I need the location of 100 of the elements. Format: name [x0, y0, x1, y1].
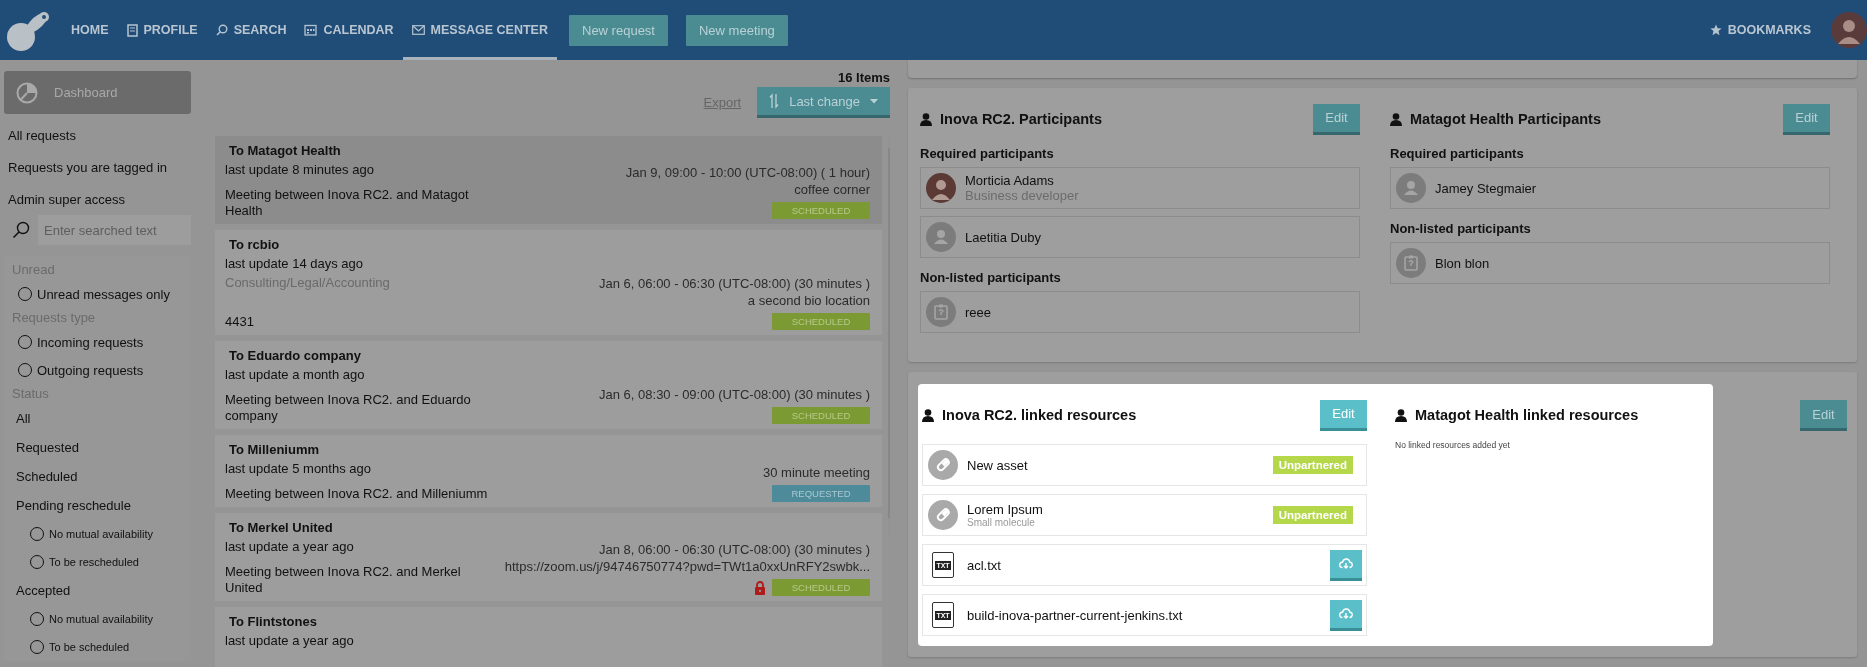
- pill-icon: [928, 500, 958, 530]
- radio-option[interactable]: Outgoing requests: [12, 356, 191, 384]
- group-heading: Required participants: [920, 146, 1055, 161]
- status-badge: SCHEDULED: [772, 407, 870, 424]
- request-description: Meeting between Inova RC2. and Merkel United: [225, 564, 462, 596]
- nav-link[interactable]: SEARCH: [206, 0, 296, 60]
- last-update-text: last update 14 days ago: [225, 256, 365, 271]
- sidebar-link[interactable]: Admin super access: [4, 178, 200, 210]
- radio-option[interactable]: To be scheduled: [12, 633, 191, 661]
- bookmarks-link[interactable]: BOOKMARKS: [1700, 0, 1831, 60]
- nav-link[interactable]: PROFILE: [117, 0, 207, 60]
- last-update-text: last update a year ago: [225, 539, 355, 554]
- download-button[interactable]: [1330, 599, 1362, 631]
- last-update-text: last update a year ago: [225, 633, 355, 648]
- radio-option[interactable]: No mutual availability: [12, 520, 191, 548]
- resource-row[interactable]: Lorem Ipsum Small molecule Unpartnered: [922, 494, 1367, 536]
- participant-name: Laetitia Duby: [965, 229, 1041, 245]
- request-card[interactable]: To Milleniumm last update 5 months ago Meeting between Inova RC2. and Milleniumm 30 minute meeting REQUESTED: [215, 435, 882, 507]
- resource-name: acl.txt: [967, 557, 1001, 573]
- search-icon: [215, 24, 228, 36]
- section-title: Inova RC2. linked resources: [942, 407, 1137, 423]
- download-button[interactable]: [1330, 549, 1362, 581]
- radio-option[interactable]: Unread messages only: [12, 280, 191, 308]
- resource-type: Small molecule: [967, 517, 1036, 528]
- status-tag: Unpartnered: [1272, 456, 1353, 474]
- pill-icon: [928, 450, 958, 480]
- star-icon: [1709, 24, 1722, 36]
- envelope-icon: [411, 25, 425, 35]
- request-title: To Matagot Health: [228, 143, 342, 158]
- status-badge: SCHEDULED: [772, 579, 870, 596]
- person-icon: [1390, 112, 1402, 126]
- radio-option[interactable]: To be rescheduled: [12, 548, 191, 576]
- participant-name: reee: [965, 304, 992, 320]
- radio-option[interactable]: No mutual availability: [12, 605, 191, 633]
- last-update-text: last update 5 months ago: [225, 461, 372, 476]
- status-link[interactable]: All: [12, 404, 191, 433]
- person-icon: [922, 408, 934, 422]
- group-heading: Non-listed participants: [920, 270, 1062, 285]
- request-card[interactable]: To Merkel United last update a year ago Meeting between Inova RC2. and Merkel United Jan 8, 06:00 - 06:30 (UTC-08:00) (30 minutes ) https://zoom.us/j/94746750774?pwd=TWt1a0xxUnRFY2swbk... SCHEDULED: [215, 513, 882, 601]
- section-title: Matagot Health linked resources: [1415, 407, 1639, 423]
- request-card[interactable]: To Flintstones last update a year ago: [215, 607, 882, 667]
- meeting-detail: https://zoom.us/j/94746750774?pwd=TWt1a0xxUnRFY2swbk...: [504, 559, 870, 574]
- status-link[interactable]: Pending reschedule: [12, 491, 191, 520]
- meeting-detail: Jan 9, 09:00 - 10:00 (UTC-08:00) ( 1 hour): [625, 165, 870, 180]
- user-avatar: [1831, 12, 1867, 48]
- participant-name: Blon blon: [1435, 255, 1490, 271]
- meeting-detail: a second bio location: [747, 293, 870, 308]
- resource-name: New asset: [967, 457, 1028, 473]
- last-update-text: last update a month ago: [225, 367, 366, 382]
- person-avatar: [1396, 173, 1426, 203]
- status-link[interactable]: Requested: [12, 433, 191, 462]
- caret-icon: [870, 98, 878, 104]
- sidebar-link[interactable]: Requests you are tagged in: [4, 146, 200, 178]
- nav-link[interactable]: MESSAGE CENTER: [402, 0, 557, 60]
- request-description: 4431: [225, 314, 255, 330]
- status-link[interactable]: Scheduled: [12, 462, 191, 491]
- user-avatar: [926, 173, 956, 203]
- request-title: To rcbio: [228, 237, 281, 252]
- request-description: Meeting between Inova RC2. and Matagot Health: [225, 187, 470, 219]
- resource-row[interactable]: New asset Unpartnered: [922, 444, 1367, 486]
- status-link[interactable]: Accepted: [12, 576, 191, 605]
- person-avatar: [926, 222, 956, 252]
- document-icon: [126, 23, 138, 37]
- sidebar-link[interactable]: All requests: [4, 114, 200, 146]
- participant-row[interactable]: reee: [920, 291, 1360, 333]
- request-title: To Milleniumm: [228, 442, 321, 457]
- participant-name: Morticia Adams: [965, 173, 1055, 188]
- meeting-detail: 30 minute meeting: [763, 465, 870, 480]
- participant-row[interactable]: Laetitia Duby: [920, 216, 1360, 258]
- resource-name: Lorem Ipsum: [967, 502, 1043, 517]
- request-description: Meeting between Inova RC2. and Milleniumm: [225, 486, 489, 502]
- group-heading: Non-listed participants: [1390, 221, 1532, 236]
- person-icon: [920, 112, 932, 126]
- last-update-text: last update 8 minutes ago: [225, 162, 375, 177]
- radio-option[interactable]: Incoming requests: [12, 328, 191, 356]
- participant-name: Jamey Stegmaier: [1435, 180, 1537, 196]
- nav-link[interactable]: HOME: [62, 0, 118, 60]
- person-icon: [1395, 408, 1407, 422]
- nav-link[interactable]: CALENDAR: [295, 0, 403, 60]
- status-badge: REQUESTED: [772, 485, 870, 502]
- unknown-person-icon: [926, 297, 956, 327]
- section-title: Matagot Health Participants: [1410, 111, 1601, 127]
- request-title: To Merkel United: [228, 520, 334, 535]
- sort-icon: [769, 93, 780, 109]
- empty-note: No linked resources added yet: [1395, 440, 1511, 450]
- request-title: To Eduardo company: [228, 348, 362, 363]
- section-title: Inova RC2. Participants: [940, 111, 1102, 127]
- item-count: 16 Items: [836, 70, 890, 85]
- search-icon: [12, 221, 30, 239]
- request-card[interactable]: To Eduardo company last update a month ago Meeting between Inova RC2. and Eduardo company Jan 6, 08:30 - 09:00 (UTC-08:00) (30 minutes ) SCHEDULED: [215, 341, 882, 429]
- pie-chart-icon: [16, 81, 38, 104]
- participant-row[interactable]: Blon blon: [1390, 242, 1830, 284]
- participant-row[interactable]: Jamey Stegmaier: [1390, 167, 1830, 209]
- resource-name: build-inova-partner-current-jenkins.txt: [967, 607, 1183, 623]
- request-card[interactable]: To Matagot Health last update 8 minutes ago Meeting between Inova RC2. and Matagot Health Jan 9, 09:00 - 10:00 (UTC-08:00) ( 1 hour) coffee corner SCHEDULED: [215, 136, 882, 224]
- search-field[interactable]: Enter searched text: [38, 215, 191, 245]
- unknown-person-icon: [1396, 248, 1426, 278]
- meeting-detail: coffee corner: [794, 182, 870, 197]
- cloud-download-icon: [1339, 608, 1353, 619]
- request-title: To Flintstones: [228, 614, 318, 629]
